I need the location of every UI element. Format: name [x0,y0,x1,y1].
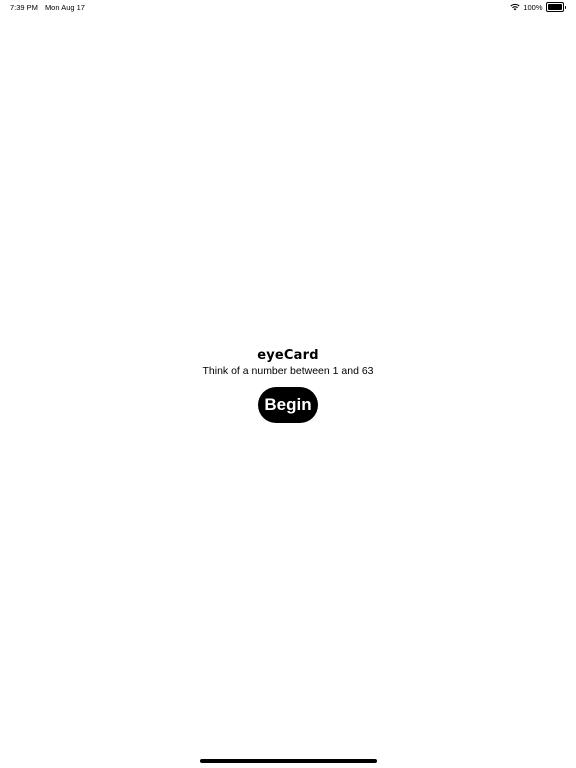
battery-body [545,2,564,12]
app-title: eyeCard [257,348,319,363]
battery-cap [564,5,566,9]
begin-button[interactable]: Begin [258,387,318,423]
status-time: 7:39 PM [10,3,38,12]
status-bar: 7:39 PM Mon Aug 17 100% [0,0,576,14]
battery-fill [547,4,562,10]
wifi-icon [510,3,520,11]
app-screen: 7:39 PM Mon Aug 17 100% eyeCard Think of [0,0,576,768]
home-indicator[interactable] [200,759,377,763]
battery-percent: 100% [523,2,543,12]
status-date: Mon Aug 17 [44,3,85,12]
instruction-text: Think of a number between 1 and 63 [202,365,374,377]
battery-icon [545,2,566,12]
status-right: 100% [510,2,566,12]
status-left: 7:39 PM Mon Aug 17 [10,3,85,12]
main-content: eyeCard Think of a number between 1 and … [0,347,576,423]
